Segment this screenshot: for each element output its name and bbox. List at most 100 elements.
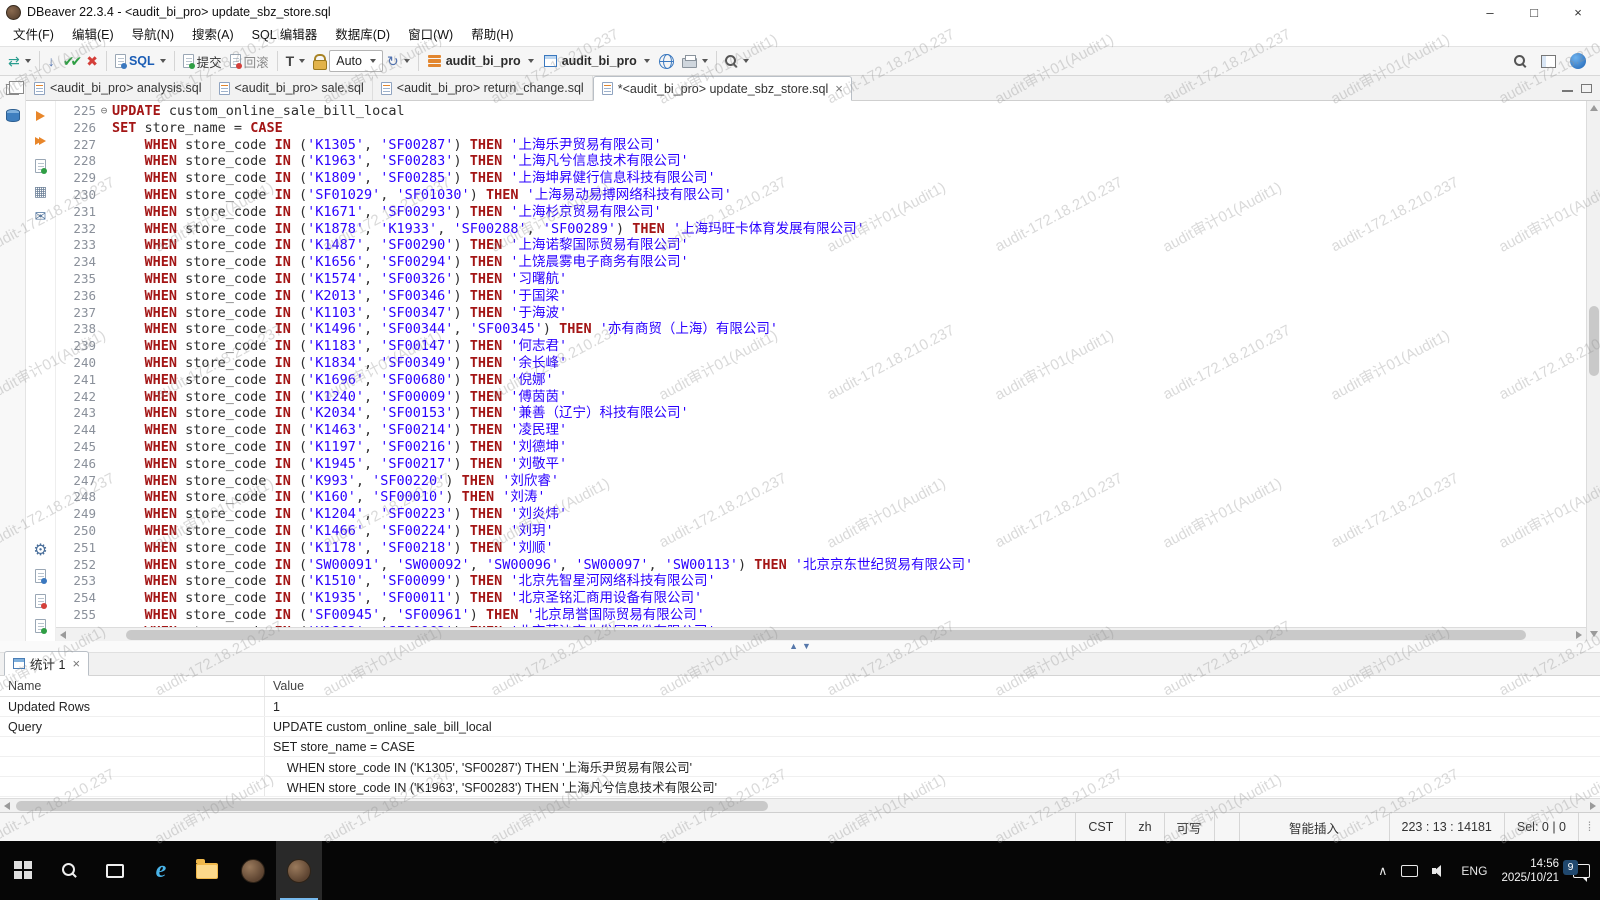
commit-mode-combo[interactable]: Auto xyxy=(329,50,383,72)
menu-item[interactable]: 窗口(W) xyxy=(399,24,462,46)
stats-row[interactable]: WHEN store_code IN ('K1305', 'SF00287') … xyxy=(0,757,1600,777)
panel-horizontal-scrollbar[interactable] xyxy=(0,798,1600,812)
editor-tab[interactable]: <audit_bi_pro> sale.sql xyxy=(211,76,373,100)
code-line[interactable]: 254 WHEN store_code IN ('K1935', 'SF0001… xyxy=(56,590,1586,607)
statusbar-segment[interactable]: 223 : 13 : 14181 xyxy=(1389,813,1504,841)
code-line[interactable]: 234 WHEN store_code IN ('K1656', 'SF0029… xyxy=(56,254,1586,271)
database-navigator-icon[interactable] xyxy=(6,109,20,122)
maximize-button[interactable]: □ xyxy=(1512,0,1556,24)
stats-row[interactable]: WHEN store_code IN ('K1963', 'SF00283') … xyxy=(0,777,1600,797)
volume-button[interactable] xyxy=(1432,864,1447,877)
execute-script-button[interactable] xyxy=(29,132,53,150)
scroll-up-icon[interactable] xyxy=(1590,105,1598,111)
collapse-up-icon[interactable]: ▲ xyxy=(789,642,798,651)
editor-tab[interactable]: <audit_bi_pro> return_change.sql xyxy=(373,76,593,100)
close-button[interactable]: × xyxy=(1556,0,1600,24)
action-center-button[interactable]: 9 xyxy=(1573,864,1590,878)
code-line[interactable]: 226SET store_name = CASE xyxy=(56,120,1586,137)
lock-button[interactable] xyxy=(309,49,329,73)
commit-button[interactable]: 提交 xyxy=(179,49,226,73)
stats-row[interactable]: SET store_name = CASE xyxy=(0,737,1600,757)
dbeaver-cloud-button[interactable] xyxy=(1566,49,1590,73)
transaction-log-button[interactable]: T xyxy=(282,49,310,73)
taskbar-clock[interactable]: 14:56 2025/10/21 xyxy=(1501,857,1559,885)
stats-row[interactable]: Updated Rows1 xyxy=(0,697,1600,717)
code-line[interactable]: 247 WHEN store_code IN ('K993', 'SF00220… xyxy=(56,473,1586,490)
log-doc-button[interactable] xyxy=(29,592,53,610)
menu-item[interactable]: 搜索(A) xyxy=(183,24,243,46)
code-line[interactable]: 244 WHEN store_code IN ('K1463', 'SF0021… xyxy=(56,422,1586,439)
quick-search-button[interactable] xyxy=(1510,49,1531,73)
minimize-editor-icon[interactable] xyxy=(1562,89,1573,92)
stats-row[interactable]: QueryUPDATE custom_online_sale_bill_loca… xyxy=(0,717,1600,737)
code-line[interactable]: 237 WHEN store_code IN ('K1103', 'SF0034… xyxy=(56,305,1586,322)
tab-statistics[interactable]: 统计 1 × xyxy=(4,651,89,676)
code-line[interactable]: 230 WHEN store_code IN ('SF01029', 'SF01… xyxy=(56,187,1586,204)
code-line[interactable]: 239 WHEN store_code IN ('K1183', 'SF0014… xyxy=(56,338,1586,355)
execute-statement-button[interactable] xyxy=(29,107,53,125)
start-button[interactable] xyxy=(0,841,46,900)
editor-settings-button[interactable]: ⚙ xyxy=(29,542,53,560)
menu-item[interactable]: 帮助(H) xyxy=(462,24,522,46)
connection-combo[interactable]: audit_bi_pro xyxy=(423,54,539,68)
dbeaver-taskbar-button[interactable] xyxy=(230,841,276,900)
scrollbar-thumb[interactable] xyxy=(1589,306,1599,376)
code-line[interactable]: 252 WHEN store_code IN ('SW00091', 'SW00… xyxy=(56,557,1586,574)
code-line[interactable]: 236 WHEN store_code IN ('K2013', 'SF0034… xyxy=(56,288,1586,305)
dbeaver-taskbar-button-active[interactable] xyxy=(276,841,322,900)
scrollbar-thumb[interactable] xyxy=(126,630,1526,640)
code-line[interactable]: 250 WHEN store_code IN ('K1466', 'SF0022… xyxy=(56,523,1586,540)
code-line[interactable]: 235 WHEN store_code IN ('K1574', 'SF0032… xyxy=(56,271,1586,288)
export-doc-button[interactable] xyxy=(29,567,53,585)
code-line[interactable]: 246 WHEN store_code IN ('K1945', 'SF0021… xyxy=(56,456,1586,473)
tray-expand-button[interactable]: ∧ xyxy=(1378,863,1387,878)
column-header-value[interactable]: Value xyxy=(265,679,1600,693)
rollback-button[interactable]: 回滚 xyxy=(226,49,273,73)
scroll-down-icon[interactable] xyxy=(1590,631,1598,637)
code-line[interactable]: 248 WHEN store_code IN ('K160', 'SF00010… xyxy=(56,489,1586,506)
scroll-right-icon[interactable] xyxy=(1576,631,1582,639)
menu-item[interactable]: 编辑(E) xyxy=(63,24,123,46)
menu-item[interactable]: SQL 编辑器 xyxy=(243,24,327,46)
code-line[interactable]: 240 WHEN store_code IN ('K1834', 'SF0034… xyxy=(56,355,1586,372)
collapse-down-icon[interactable]: ▼ xyxy=(802,642,811,651)
editor-tab[interactable]: *<audit_bi_pro> update_sbz_store.sql× xyxy=(593,76,852,101)
search-dropdown-button[interactable] xyxy=(721,49,753,73)
sql-dropdown-button[interactable]: SQL xyxy=(111,49,170,73)
code-line[interactable]: 225⊖UPDATE custom_online_sale_bill_local xyxy=(56,103,1586,120)
code-line[interactable]: 251 WHEN store_code IN ('K1178', 'SF0021… xyxy=(56,540,1586,557)
result-grid-button[interactable]: ▦ xyxy=(29,182,53,200)
taskbar-search-button[interactable] xyxy=(46,841,92,900)
schema-combo[interactable]: audit_bi_pro xyxy=(539,54,655,68)
panel-splitter[interactable]: ▲ ▼ xyxy=(0,641,1600,653)
close-icon[interactable]: × xyxy=(72,656,80,671)
fold-marker-icon[interactable]: ⊖ xyxy=(96,103,112,120)
code-line[interactable]: 245 WHEN store_code IN ('K1197', 'SF0021… xyxy=(56,439,1586,456)
code-line[interactable]: 255 WHEN store_code IN ('SF00945', 'SF00… xyxy=(56,607,1586,624)
code-line[interactable]: 238 WHEN store_code IN ('K1496', 'SF0034… xyxy=(56,321,1586,338)
fetch-next-button[interactable]: ↓ xyxy=(44,49,59,73)
language-indicator[interactable]: ENG xyxy=(1461,864,1487,878)
code-line[interactable]: 228 WHEN store_code IN ('K1963', 'SF0028… xyxy=(56,153,1586,170)
statusbar-segment[interactable] xyxy=(1214,813,1239,841)
code-line[interactable]: 232 WHEN store_code IN ('K1878', 'K1933'… xyxy=(56,221,1586,238)
maximize-editor-icon[interactable] xyxy=(1581,84,1592,93)
print-export-button[interactable] xyxy=(678,49,712,73)
scroll-left-icon[interactable] xyxy=(60,631,66,639)
editor-tab[interactable]: <audit_bi_pro> analysis.sql xyxy=(26,76,211,100)
minimize-button[interactable]: – xyxy=(1468,0,1512,24)
code-line[interactable]: 241 WHEN store_code IN ('K1696', 'SF0068… xyxy=(56,372,1586,389)
network-settings-button[interactable] xyxy=(655,49,678,73)
output-doc-button[interactable] xyxy=(29,617,53,635)
export-mail-button[interactable]: ✉ xyxy=(29,207,53,225)
statusbar-segment[interactable]: CST xyxy=(1075,813,1125,841)
code-area[interactable]: 225⊖UPDATE custom_online_sale_bill_local… xyxy=(56,101,1586,627)
code-line[interactable]: 231 WHEN store_code IN ('K1671', 'SF0029… xyxy=(56,204,1586,221)
commit-check-button[interactable]: ✔✔ xyxy=(59,49,82,73)
menu-item[interactable]: 导航(N) xyxy=(123,24,183,46)
code-line[interactable]: 249 WHEN store_code IN ('K1204', 'SF0022… xyxy=(56,506,1586,523)
scroll-left-icon[interactable] xyxy=(4,802,10,810)
code-line[interactable]: 233 WHEN store_code IN ('K1487', 'SF0029… xyxy=(56,237,1586,254)
column-header-name[interactable]: Name xyxy=(0,676,265,696)
open-perspective-button[interactable] xyxy=(1537,49,1560,73)
